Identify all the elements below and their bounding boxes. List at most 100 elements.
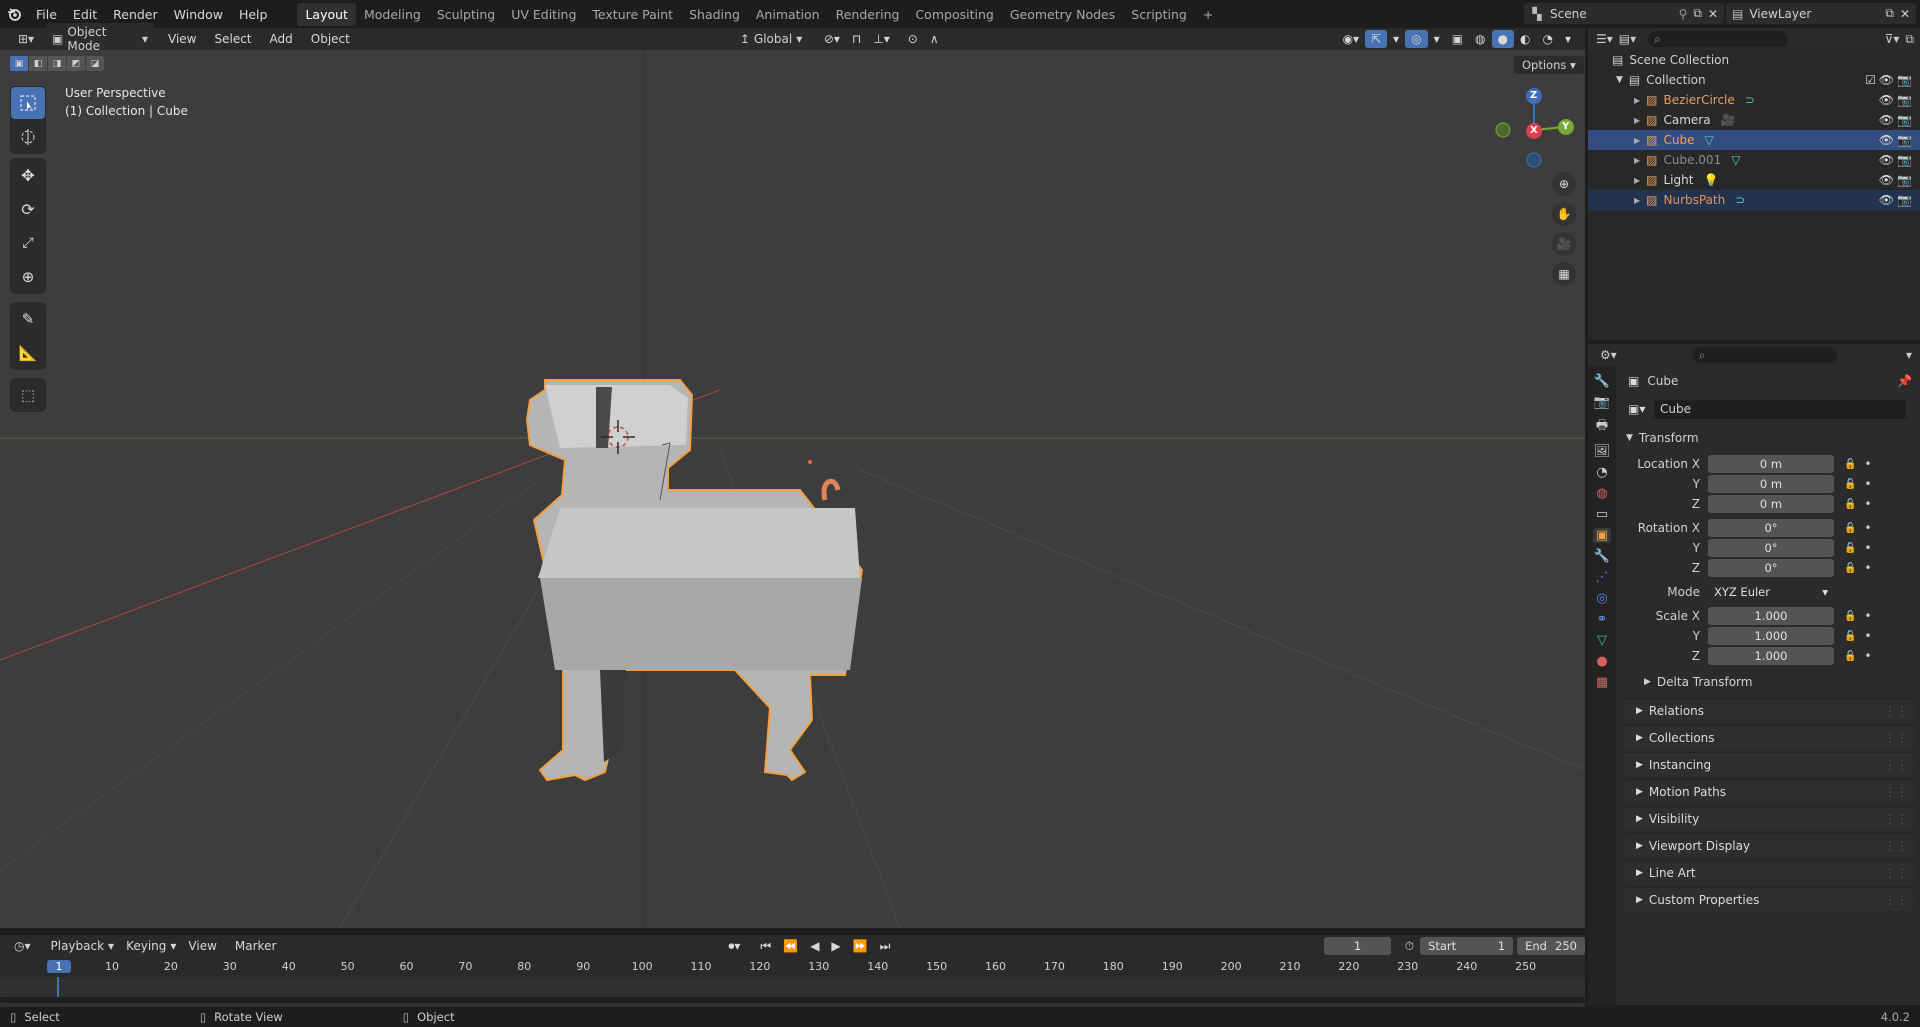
scene-collection-row[interactable]: ▤ Scene Collection xyxy=(1588,50,1920,70)
chevron-down-icon[interactable]: ▾ xyxy=(1906,348,1912,362)
rotation-field[interactable]: 0° xyxy=(1708,519,1834,537)
drag-handle-icon[interactable]: ⋮⋮ xyxy=(1884,893,1908,907)
jump-keyframe-back-icon[interactable]: ⏪ xyxy=(777,937,804,955)
menu-file[interactable]: File xyxy=(28,7,65,22)
tab-compositing[interactable]: Compositing xyxy=(907,3,1001,26)
new-scene-icon[interactable]: ⧉ xyxy=(1693,6,1702,21)
eye-icon[interactable]: 👁 xyxy=(1879,153,1894,167)
render-camera-icon[interactable]: 📷 xyxy=(1897,153,1912,167)
visibility-icon[interactable]: ◉▾ xyxy=(1337,30,1366,48)
render-camera-icon[interactable]: 📷 xyxy=(1897,113,1912,127)
gizmo-x-label[interactable]: X xyxy=(1530,125,1538,136)
texture-tab-icon[interactable]: ▦ xyxy=(1596,675,1608,690)
lock-icon[interactable]: 🔓 xyxy=(1844,543,1856,554)
material-tab-icon[interactable]: ● xyxy=(1596,654,1607,669)
panel-custom-properties[interactable]: ▶ Custom Properties ⋮⋮ xyxy=(1624,887,1914,911)
panel-relations[interactable]: ▶ Relations ⋮⋮ xyxy=(1624,698,1914,722)
wireframe-shading-icon[interactable]: ◍ xyxy=(1469,30,1491,48)
pan-hand-icon[interactable]: ✋ xyxy=(1552,202,1576,226)
snap-target-icon[interactable]: ⊥▾ xyxy=(867,30,895,48)
falloff-icon[interactable]: ∧ xyxy=(924,30,945,48)
delete-scene-icon[interactable]: ✕ xyxy=(1708,7,1718,21)
eye-icon[interactable]: 👁 xyxy=(1879,113,1894,127)
menu-edit[interactable]: Edit xyxy=(65,7,105,22)
render-camera-icon[interactable]: 📷 xyxy=(1897,133,1912,147)
render-camera-icon[interactable]: 📷 xyxy=(1897,173,1912,187)
object-data-icon[interactable]: 🎥 xyxy=(1721,113,1736,127)
outliner-item[interactable]: ▶ ▨ NurbsPath ⊃ 👁 📷 xyxy=(1588,190,1920,210)
collection-tab-icon[interactable]: ▭ xyxy=(1596,507,1608,522)
drag-handle-icon[interactable]: ⋮⋮ xyxy=(1884,839,1908,853)
pin-icon[interactable]: 📌 xyxy=(1897,374,1912,388)
options-button[interactable]: Options ▾ xyxy=(1514,56,1584,74)
proportional-edit-icon[interactable]: ⊙ xyxy=(902,30,924,48)
cursor-tool[interactable] xyxy=(11,121,45,153)
menu-keying[interactable]: Keying ▾ xyxy=(120,937,182,955)
keyframe-dot-icon[interactable]: • xyxy=(1864,561,1871,575)
keyframe-dot-icon[interactable]: • xyxy=(1864,521,1871,535)
drag-handle-icon[interactable]: ⋮⋮ xyxy=(1884,704,1908,718)
scale-field[interactable]: 1.000 xyxy=(1708,607,1834,625)
menu-window[interactable]: Window xyxy=(166,7,231,22)
transform-tool[interactable]: ⊕ xyxy=(11,261,45,293)
render-camera-icon[interactable]: 📷 xyxy=(1897,93,1912,107)
keyframe-dot-icon[interactable]: • xyxy=(1864,457,1871,471)
tab-shading[interactable]: Shading xyxy=(681,3,748,26)
pivot-point-icon[interactable]: ⊘▾ xyxy=(818,30,846,48)
jump-keyframe-forward-icon[interactable]: ⏩ xyxy=(847,937,874,955)
scale-field[interactable]: 1.000 xyxy=(1708,627,1834,645)
gizmo-toggle-icon[interactable]: ⇱ xyxy=(1365,30,1388,48)
panel-viewport-display[interactable]: ▶ Viewport Display ⋮⋮ xyxy=(1624,833,1914,857)
record-icon[interactable]: ⏺▾ xyxy=(722,937,746,956)
play-icon[interactable]: ▶ xyxy=(825,937,846,955)
menu-render[interactable]: Render xyxy=(105,7,166,22)
select-subtract-icon[interactable]: ◨ xyxy=(48,56,66,71)
keyframe-dot-icon[interactable]: • xyxy=(1864,649,1871,663)
modifier-tab-icon[interactable]: 🔧 xyxy=(1594,549,1610,564)
drag-handle-icon[interactable]: ⋮⋮ xyxy=(1884,785,1908,799)
annotate-tool[interactable]: ✎ xyxy=(11,303,45,335)
delete-view-layer-icon[interactable]: ✕ xyxy=(1900,7,1910,21)
add-workspace-icon[interactable]: + xyxy=(1195,3,1221,26)
location-field[interactable]: 0 m xyxy=(1708,495,1834,513)
keyframe-dot-icon[interactable]: • xyxy=(1864,629,1871,643)
delta-transform-header[interactable]: ▶ Delta Transform xyxy=(1618,670,1920,694)
start-frame-field[interactable]: Start 1 xyxy=(1420,937,1514,955)
object-data-icon[interactable]: ⊃ xyxy=(1745,93,1755,107)
rendered-shading-icon[interactable]: ◔ xyxy=(1536,30,1558,48)
scene-selector[interactable]: ▚ Scene ⚲ ⧉ ✕ xyxy=(1524,3,1724,24)
overlay-dropdown-icon[interactable]: ▾ xyxy=(1428,30,1446,48)
add-cube-tool[interactable]: ⬚ xyxy=(11,379,45,411)
tab-geometry-nodes[interactable]: Geometry Nodes xyxy=(1002,3,1123,26)
eye-icon[interactable]: 👁 xyxy=(1879,93,1894,107)
scale-field[interactable]: 1.000 xyxy=(1708,647,1834,665)
tab-uv-editing[interactable]: UV Editing xyxy=(503,3,584,26)
constraints-tab-icon[interactable]: ⚭ xyxy=(1597,612,1608,627)
outliner-search-input[interactable]: ⌕ xyxy=(1648,31,1789,47)
panel-instancing[interactable]: ▶ Instancing ⋮⋮ xyxy=(1624,752,1914,776)
filter-icon[interactable]: ⊽▾ xyxy=(1885,32,1900,46)
menu-marker[interactable]: Marker xyxy=(229,937,282,955)
location-field[interactable]: 0 m xyxy=(1708,455,1834,473)
outliner-item[interactable]: ▶ ▨ Light 💡 👁 📷 xyxy=(1588,170,1920,190)
chevron-right-icon[interactable]: ▶ xyxy=(1634,156,1640,165)
current-frame-field[interactable]: 1 xyxy=(1324,937,1391,955)
collection-row[interactable]: ▼ ▤ Collection ☑ 👁 📷 xyxy=(1588,70,1920,90)
view-layer-tab-icon[interactable]: 🖼 xyxy=(1594,444,1611,459)
physics-tab-icon[interactable]: ◎ xyxy=(1596,591,1607,606)
object-data-icon[interactable]: ⊃ xyxy=(1735,193,1745,207)
tool-tab-icon[interactable]: 🔧 xyxy=(1594,374,1610,389)
output-tab-icon[interactable]: 🖶 xyxy=(1596,416,1608,438)
playhead[interactable] xyxy=(57,977,59,999)
outliner-item[interactable]: ▶ ▨ Camera 🎥 👁 📷 xyxy=(1588,110,1920,130)
render-tab-icon[interactable]: 📷 xyxy=(1594,395,1610,410)
timeline-scrollbar[interactable] xyxy=(0,997,1585,1003)
xray-icon[interactable]: ▣ xyxy=(1446,30,1469,48)
lock-icon[interactable]: 🔓 xyxy=(1844,499,1856,510)
panel-motion-paths[interactable]: ▶ Motion Paths ⋮⋮ xyxy=(1624,779,1914,803)
drag-handle-icon[interactable]: ⋮⋮ xyxy=(1884,866,1908,880)
eye-icon[interactable]: 👁 xyxy=(1879,73,1894,87)
properties-search-input[interactable]: ⌕ xyxy=(1692,347,1837,363)
menu-view[interactable]: View xyxy=(162,30,202,48)
select-invert-icon[interactable]: ◩ xyxy=(67,56,85,71)
